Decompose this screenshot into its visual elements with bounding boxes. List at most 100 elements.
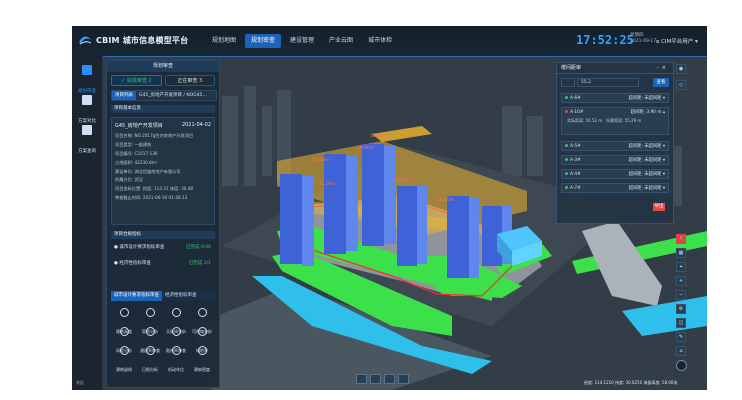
row-detail: 实际距离: 50.52 m 所需距离: 55.29 m: [562, 117, 668, 125]
fly-icon[interactable]: [398, 374, 409, 384]
app-window: 58.10m 59.90m 54.90m 55.20m 58.60m 58.10…: [72, 26, 707, 390]
building-name: A-10#: [570, 110, 584, 115]
status-dot: [565, 186, 568, 189]
close-icon[interactable]: ×: [662, 65, 669, 71]
tool-skyline[interactable]: 天际线分析: [163, 307, 189, 334]
tool-spacing[interactable]: 间距分析: [111, 326, 137, 353]
tool-line[interactable]: 贴线率审查: [163, 326, 189, 353]
tool-green[interactable]: 绿地率: [189, 326, 215, 353]
shield-icon[interactable]: ◇: [676, 80, 686, 90]
building-row-expanded[interactable]: A-10# 超间距: 3.90 m ▴ 实际距离: 50.52 m 所需距离: …: [561, 107, 669, 135]
settings-icon[interactable]: ⚙: [676, 304, 686, 314]
nav-item-planning-review[interactable]: 规划审查: [245, 34, 282, 48]
building-row[interactable]: A-6# 超间距: 未超间距 ▾: [561, 93, 669, 103]
zoom-in-icon[interactable]: +: [676, 276, 686, 286]
alert-icon[interactable]: !: [676, 234, 686, 244]
spacing-review-panel: 楼间距审 –× 55.2 查看 A-6# 超间距: 未超间距 ▾ A-10# 超…: [556, 62, 674, 224]
table-icon[interactable]: [356, 374, 367, 384]
info-row: 审查截止时间: 2021-06-10 01:48:13: [115, 194, 188, 200]
tool-transparency[interactable]: 通透率审查: [137, 326, 163, 353]
chevron-up-icon: ▴: [661, 110, 665, 115]
tool-tab-design[interactable]: 城市设计要求指标审查: [111, 291, 162, 301]
grid-icon[interactable]: ▦: [676, 248, 686, 258]
project-info-card: G45_房地产开发项目 2021-04-02 项目名称: NO.2017g住宅房…: [111, 117, 215, 225]
status-dot: [565, 96, 568, 99]
tool-tab-economic[interactable]: 经济性指标审查: [162, 291, 200, 301]
building-status: 超间距: 未超间距: [628, 144, 662, 149]
info-name: G45_房地产开发项目: [115, 123, 163, 129]
chevron-down-icon: ▾: [661, 144, 665, 149]
panel-title: 楼间距审: [561, 65, 582, 71]
chevron-down-icon: ▾: [693, 39, 698, 45]
viewshed-icon: [197, 308, 207, 317]
tool-sunlight[interactable]: 日照分析: [137, 345, 163, 372]
date: 2021-09-17: [630, 39, 657, 44]
building-status: 超间距: 未超间距: [628, 96, 662, 101]
project-select[interactable]: 项目列表 G45_房地产开发项目 / NOG45...: [111, 90, 217, 101]
top-bar: CBIM 城市信息模型平台 规划地图 规划审查 建设管理 产业云图 城市体检 1…: [72, 26, 707, 57]
walk-icon[interactable]: [384, 374, 395, 384]
tab-in-progress[interactable]: 正在审查 3: [164, 75, 215, 86]
building-row[interactable]: A-5# 超间距: 未超间距 ▾: [561, 141, 669, 151]
tool-density[interactable]: 建筑密度: [189, 345, 215, 372]
nav-item-planning-map[interactable]: 规划地图: [206, 34, 242, 48]
info-row: 项目坐标位置: 经度: 114.31 纬度: 30.48: [115, 186, 194, 192]
tool-setback[interactable]: 建筑退线: [111, 345, 137, 372]
actual-distance: 实际距离: 50.52 m: [567, 118, 603, 123]
scene-label: 55.20m: [318, 182, 336, 187]
info-row: 建设单位: 湖北恒盛房地产有限公司: [115, 168, 181, 174]
user-menu[interactable]: ⍝ CIM平台用户 ▾: [656, 37, 698, 46]
logo-icon: [79, 36, 92, 45]
sunlight-icon: [145, 346, 155, 355]
rail-item-query[interactable]: 方案查询: [72, 122, 102, 154]
building-row[interactable]: A-4# 超间距: 未超间距 ▾: [561, 169, 669, 179]
tab-completed[interactable]: ✓ 完成审查 2: [111, 75, 162, 86]
spacing-input[interactable]: 55.2: [577, 78, 639, 87]
info-row: 项目名称: NO.2017g住宅房地产开发项目: [115, 133, 194, 139]
scene-label: 54.90m: [312, 158, 330, 163]
transparency-icon: [145, 327, 155, 336]
export-button[interactable]: 导出: [653, 203, 665, 211]
app-title: CBIM 城市信息模型平台: [96, 36, 189, 45]
query-icon: [82, 125, 92, 135]
pin-icon[interactable]: ⌖: [676, 262, 686, 272]
tool-volume[interactable]: 容积分析: [137, 307, 163, 334]
tool-parking[interactable]: 机动车位: [163, 345, 189, 372]
tool-viewshed[interactable]: 可视域分析: [189, 307, 215, 334]
rail-item-review[interactable]: 规划审查: [72, 62, 102, 94]
indicator-row[interactable]: ● 城市设计要求指标审查 已完成 0/46: [111, 243, 215, 253]
measure-icon[interactable]: ◫: [676, 318, 686, 328]
nav-item-industry[interactable]: 产业云图: [323, 34, 359, 48]
chevron-down-icon: ▾: [661, 172, 665, 177]
building-name: A-4#: [570, 172, 581, 177]
building-name: A-6#: [570, 96, 581, 101]
camera-icon[interactable]: [370, 374, 381, 384]
review-tabs: ✓ 完成审查 2 正在审查 3: [111, 75, 215, 86]
building-name: A-7#: [570, 186, 581, 191]
tool-height[interactable]: 建筑高度: [111, 307, 137, 334]
rail-item-compare[interactable]: 方案对比: [72, 92, 102, 124]
compass-icon[interactable]: [676, 360, 687, 371]
indicator-row[interactable]: ● 经济性指标审查 已完成 1/1: [111, 259, 215, 269]
status-dot: [565, 172, 568, 175]
parking-icon: [171, 346, 181, 355]
view-button[interactable]: 查看: [653, 78, 669, 87]
required-distance: 所需距离: 55.29 m: [606, 118, 642, 123]
coordinate-status: 经度: 114.1210 纬度: 30.6250 海拔高度: 58.00米: [584, 380, 678, 385]
green-icon: [197, 327, 207, 336]
building-row[interactable]: A-3# 超间距: 未超间距 ▾: [561, 155, 669, 165]
zoom-out-icon[interactable]: −: [676, 290, 686, 300]
info-row: 占地面积: 42230.8m²: [115, 159, 158, 165]
home-icon[interactable]: ⌂: [676, 346, 686, 356]
layers-icon[interactable]: ◉: [676, 64, 686, 74]
nav-item-construction[interactable]: 建设管理: [284, 34, 320, 48]
bottom-toolbar: [356, 374, 409, 384]
collapse-rail[interactable]: 收起: [76, 380, 84, 386]
chevron-down-icon: ▾: [661, 158, 665, 163]
panel-header: 楼间距审 –×: [557, 63, 673, 74]
spacing-filter[interactable]: [561, 78, 575, 87]
tool-label: 建筑退线: [116, 367, 132, 372]
brush-icon[interactable]: ✎: [676, 332, 686, 342]
nav-item-city-check[interactable]: 城市体检: [362, 34, 398, 48]
building-row[interactable]: A-7# 超间距: 未超间距 ▾: [561, 183, 669, 193]
